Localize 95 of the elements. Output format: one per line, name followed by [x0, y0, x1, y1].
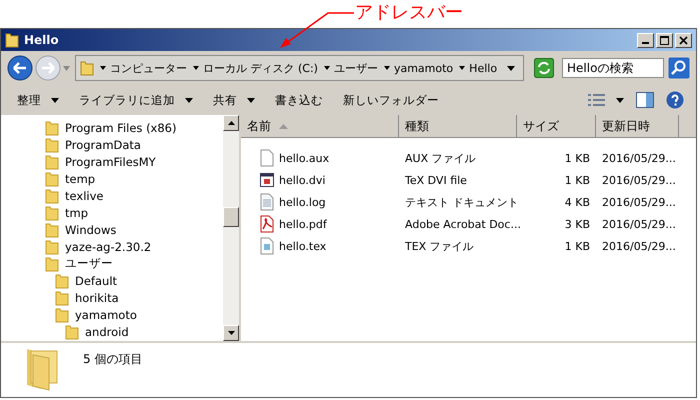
breadcrumb[interactable]: yamamoto — [394, 62, 454, 74]
folder-icon — [45, 222, 59, 238]
tree-item[interactable]: texlive — [65, 188, 104, 202]
search-field[interactable]: Helloの検索 — [562, 58, 664, 78]
window-title: Hello — [24, 33, 59, 47]
file-icon — [259, 237, 275, 255]
tree-item[interactable]: horikita — [75, 290, 119, 304]
annotation-label: アドレスバー — [355, 2, 463, 23]
toolbar-button[interactable]: 書き込む — [265, 90, 333, 110]
toolbar-button[interactable]: 整理 — [7, 90, 69, 110]
minimize-button[interactable] — [637, 32, 654, 48]
file-type: TEX ファイル — [405, 238, 474, 254]
folder-icon — [45, 204, 59, 220]
file-icon — [259, 171, 275, 189]
tree-item[interactable]: ProgramData — [65, 138, 141, 152]
breadcrumb-caret-icon[interactable] — [384, 66, 390, 70]
close-icon — [679, 36, 688, 44]
file-size: 1 KB — [564, 240, 590, 252]
breadcrumb[interactable]: ローカル ディスク (C:) — [203, 60, 318, 76]
tree-item[interactable]: Default — [75, 274, 118, 288]
folder-icon — [45, 188, 59, 204]
column-header[interactable]: 名前 — [241, 115, 399, 137]
modified-date: 2016/05/29... — [602, 174, 676, 186]
address-bar[interactable]: コンピューター ローカル ディスク (C:) ユーザー yamamoto Hello — [75, 55, 524, 81]
file-icon — [259, 193, 275, 211]
column-header[interactable]: 種類 — [399, 115, 517, 137]
folder-icon — [45, 154, 59, 170]
breadcrumb[interactable]: コンピューター — [110, 60, 187, 76]
tree-item[interactable]: yamamoto — [75, 308, 137, 322]
tree-item[interactable]: android — [85, 324, 129, 338]
folder-icon — [55, 306, 69, 322]
file-name[interactable]: hello.pdf — [279, 218, 327, 230]
file-name[interactable]: hello.aux — [279, 152, 330, 164]
breadcrumb[interactable]: Hello — [469, 62, 498, 74]
folder-icon — [45, 136, 59, 152]
breadcrumb-caret-icon[interactable] — [324, 66, 330, 70]
help-icon[interactable] — [666, 91, 684, 109]
folder-icon — [80, 60, 94, 76]
file-type: Adobe Acrobat Doc... — [405, 218, 521, 230]
back-button[interactable] — [7, 55, 33, 81]
tree-item[interactable]: ProgramFilesMY — [65, 154, 156, 168]
toolbar-button[interactable]: 共有 — [203, 90, 265, 110]
folder-icon — [45, 256, 59, 272]
scroll-up-icon[interactable] — [228, 121, 234, 125]
folder-icon — [5, 32, 19, 48]
file-type: TeX DVI file — [405, 174, 467, 186]
dropdown-caret-icon[interactable] — [507, 66, 515, 70]
toolbar-button[interactable]: ライブラリに追加 — [69, 90, 203, 110]
close-button[interactable] — [675, 32, 692, 48]
folder-icon — [55, 290, 69, 306]
refresh-button[interactable] — [534, 58, 554, 78]
file-size: 4 KB — [564, 196, 590, 208]
tree-item[interactable]: tmp — [65, 206, 88, 220]
view-options-icon[interactable] — [588, 93, 606, 107]
breadcrumb-caret-icon[interactable] — [459, 66, 466, 70]
folder-icon — [65, 324, 79, 340]
folder-icon — [45, 238, 59, 254]
file-size: 3 KB — [564, 218, 590, 230]
folder-icon — [45, 170, 59, 186]
maximize-button[interactable] — [656, 32, 673, 48]
tree-item[interactable]: Windows — [65, 222, 116, 236]
minimize-icon — [642, 42, 649, 44]
item-count: 5 個の項目 — [83, 351, 142, 368]
search-button[interactable] — [668, 57, 690, 79]
modified-date: 2016/05/29... — [602, 196, 676, 208]
maximize-icon — [660, 36, 669, 44]
modified-date: 2016/05/29... — [602, 152, 676, 164]
folder-icon — [55, 272, 69, 288]
scrollbar[interactable] — [223, 115, 239, 341]
folder-icon — [45, 120, 59, 136]
file-icon — [259, 149, 275, 167]
breadcrumb[interactable]: ユーザー — [334, 60, 378, 76]
file-size: 1 KB — [564, 152, 590, 164]
file-name[interactable]: hello.dvi — [279, 174, 326, 186]
scroll-down-icon[interactable] — [228, 331, 234, 335]
column-header[interactable]: サイズ — [517, 115, 596, 137]
file-name[interactable]: hello.log — [279, 196, 326, 208]
tree-item[interactable]: Program Files (x86) — [65, 120, 176, 134]
modified-date: 2016/05/29... — [602, 240, 676, 252]
tree-item[interactable]: temp — [65, 172, 96, 186]
tree-item[interactable]: yaze-ag-2.30.2 — [65, 240, 152, 254]
toolbar-button[interactable]: 新しいフォルダー — [333, 90, 449, 110]
file-type: AUX ファイル — [405, 150, 476, 166]
breadcrumb-caret-icon[interactable] — [100, 66, 106, 70]
preview-pane-icon[interactable] — [636, 92, 654, 108]
file-size: 1 KB — [564, 174, 590, 186]
breadcrumb-caret-icon[interactable] — [193, 66, 199, 70]
file-icon — [259, 215, 275, 233]
file-type: テキスト ドキュメント — [405, 194, 518, 210]
modified-date: 2016/05/29... — [602, 218, 676, 230]
tree-item[interactable]: ユーザー — [65, 256, 113, 271]
file-name[interactable]: hello.tex — [279, 240, 326, 252]
view-caret-icon[interactable] — [616, 98, 624, 102]
scroll-thumb[interactable] — [223, 207, 239, 227]
column-header[interactable]: 更新日時 — [596, 115, 679, 137]
